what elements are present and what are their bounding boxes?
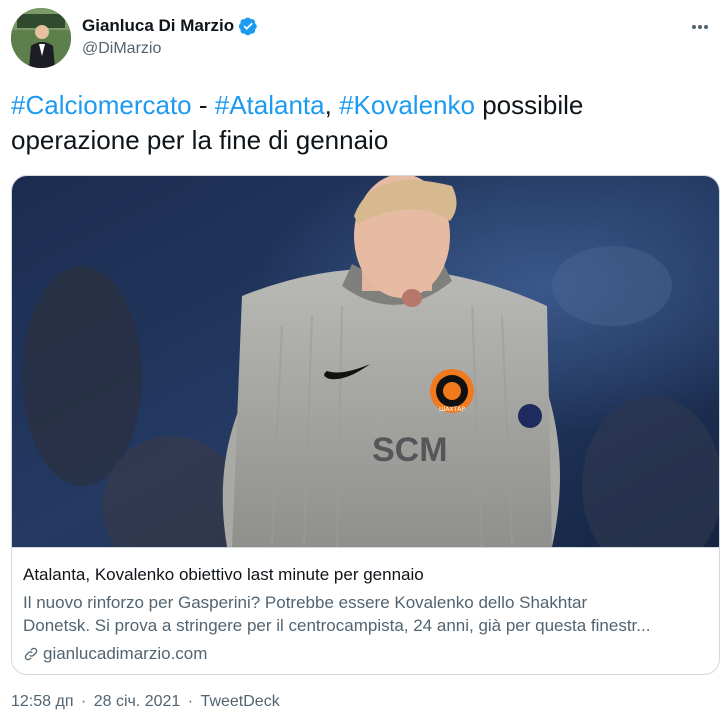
meta-separator: · xyxy=(183,693,198,710)
jersey-sponsor-text: SCM xyxy=(372,431,448,469)
link-icon xyxy=(24,647,38,661)
verified-badge-icon xyxy=(238,17,257,36)
more-dots-icon[interactable] xyxy=(687,14,713,40)
card-image[interactable]: ШАХТАР SCM xyxy=(12,176,719,576)
tweet-time[interactable]: 12:58 дп xyxy=(11,693,73,710)
card-domain[interactable]: gianlucadimarzio.com xyxy=(23,644,207,664)
hashtag-link[interactable]: #Calciomercato xyxy=(11,90,192,120)
handle[interactable]: @DiMarzio xyxy=(82,40,258,58)
tweet-text-segment: , xyxy=(324,90,340,120)
tweet-header: Gianluca Di Marzio @DiMarzio xyxy=(11,8,715,72)
card-title: Atalanta, Kovalenko obiettivo last minut… xyxy=(23,565,424,584)
display-name[interactable]: Gianluca Di Marzio xyxy=(82,16,234,36)
card-description-line: Il nuovo rinforzo per Gasperini? Potrebb… xyxy=(23,593,588,612)
card-body[interactable]: Atalanta, Kovalenko obiettivo last minut… xyxy=(12,547,719,674)
hashtag-link[interactable]: #Atalanta xyxy=(215,90,325,120)
avatar[interactable] xyxy=(11,8,71,68)
tweet-text-segment: - xyxy=(191,90,215,120)
tweet-meta: 12:58 дп · 28 січ. 2021 · TweetDeck xyxy=(11,693,283,711)
tweet-text: #Calciomercato - #Atalanta, #Kovalenko p… xyxy=(11,88,711,158)
card-description-line: Donetsk. Si prova a stringere per il cen… xyxy=(23,616,651,635)
card-description: Il nuovo rinforzo per Gasperini? Potrebb… xyxy=(23,591,713,637)
hashtag-link[interactable]: #Kovalenko xyxy=(339,90,475,120)
tweet-date[interactable]: 28 січ. 2021 xyxy=(94,693,181,710)
card-domain-text: gianlucadimarzio.com xyxy=(43,644,208,663)
tweet-source[interactable]: TweetDeck xyxy=(201,693,280,710)
badge-text: ШАХТАР xyxy=(439,406,465,413)
link-card[interactable]: ШАХТАР SCM Atalanta, Kovalenko obiettivo… xyxy=(11,175,720,675)
meta-separator: · xyxy=(76,693,91,710)
